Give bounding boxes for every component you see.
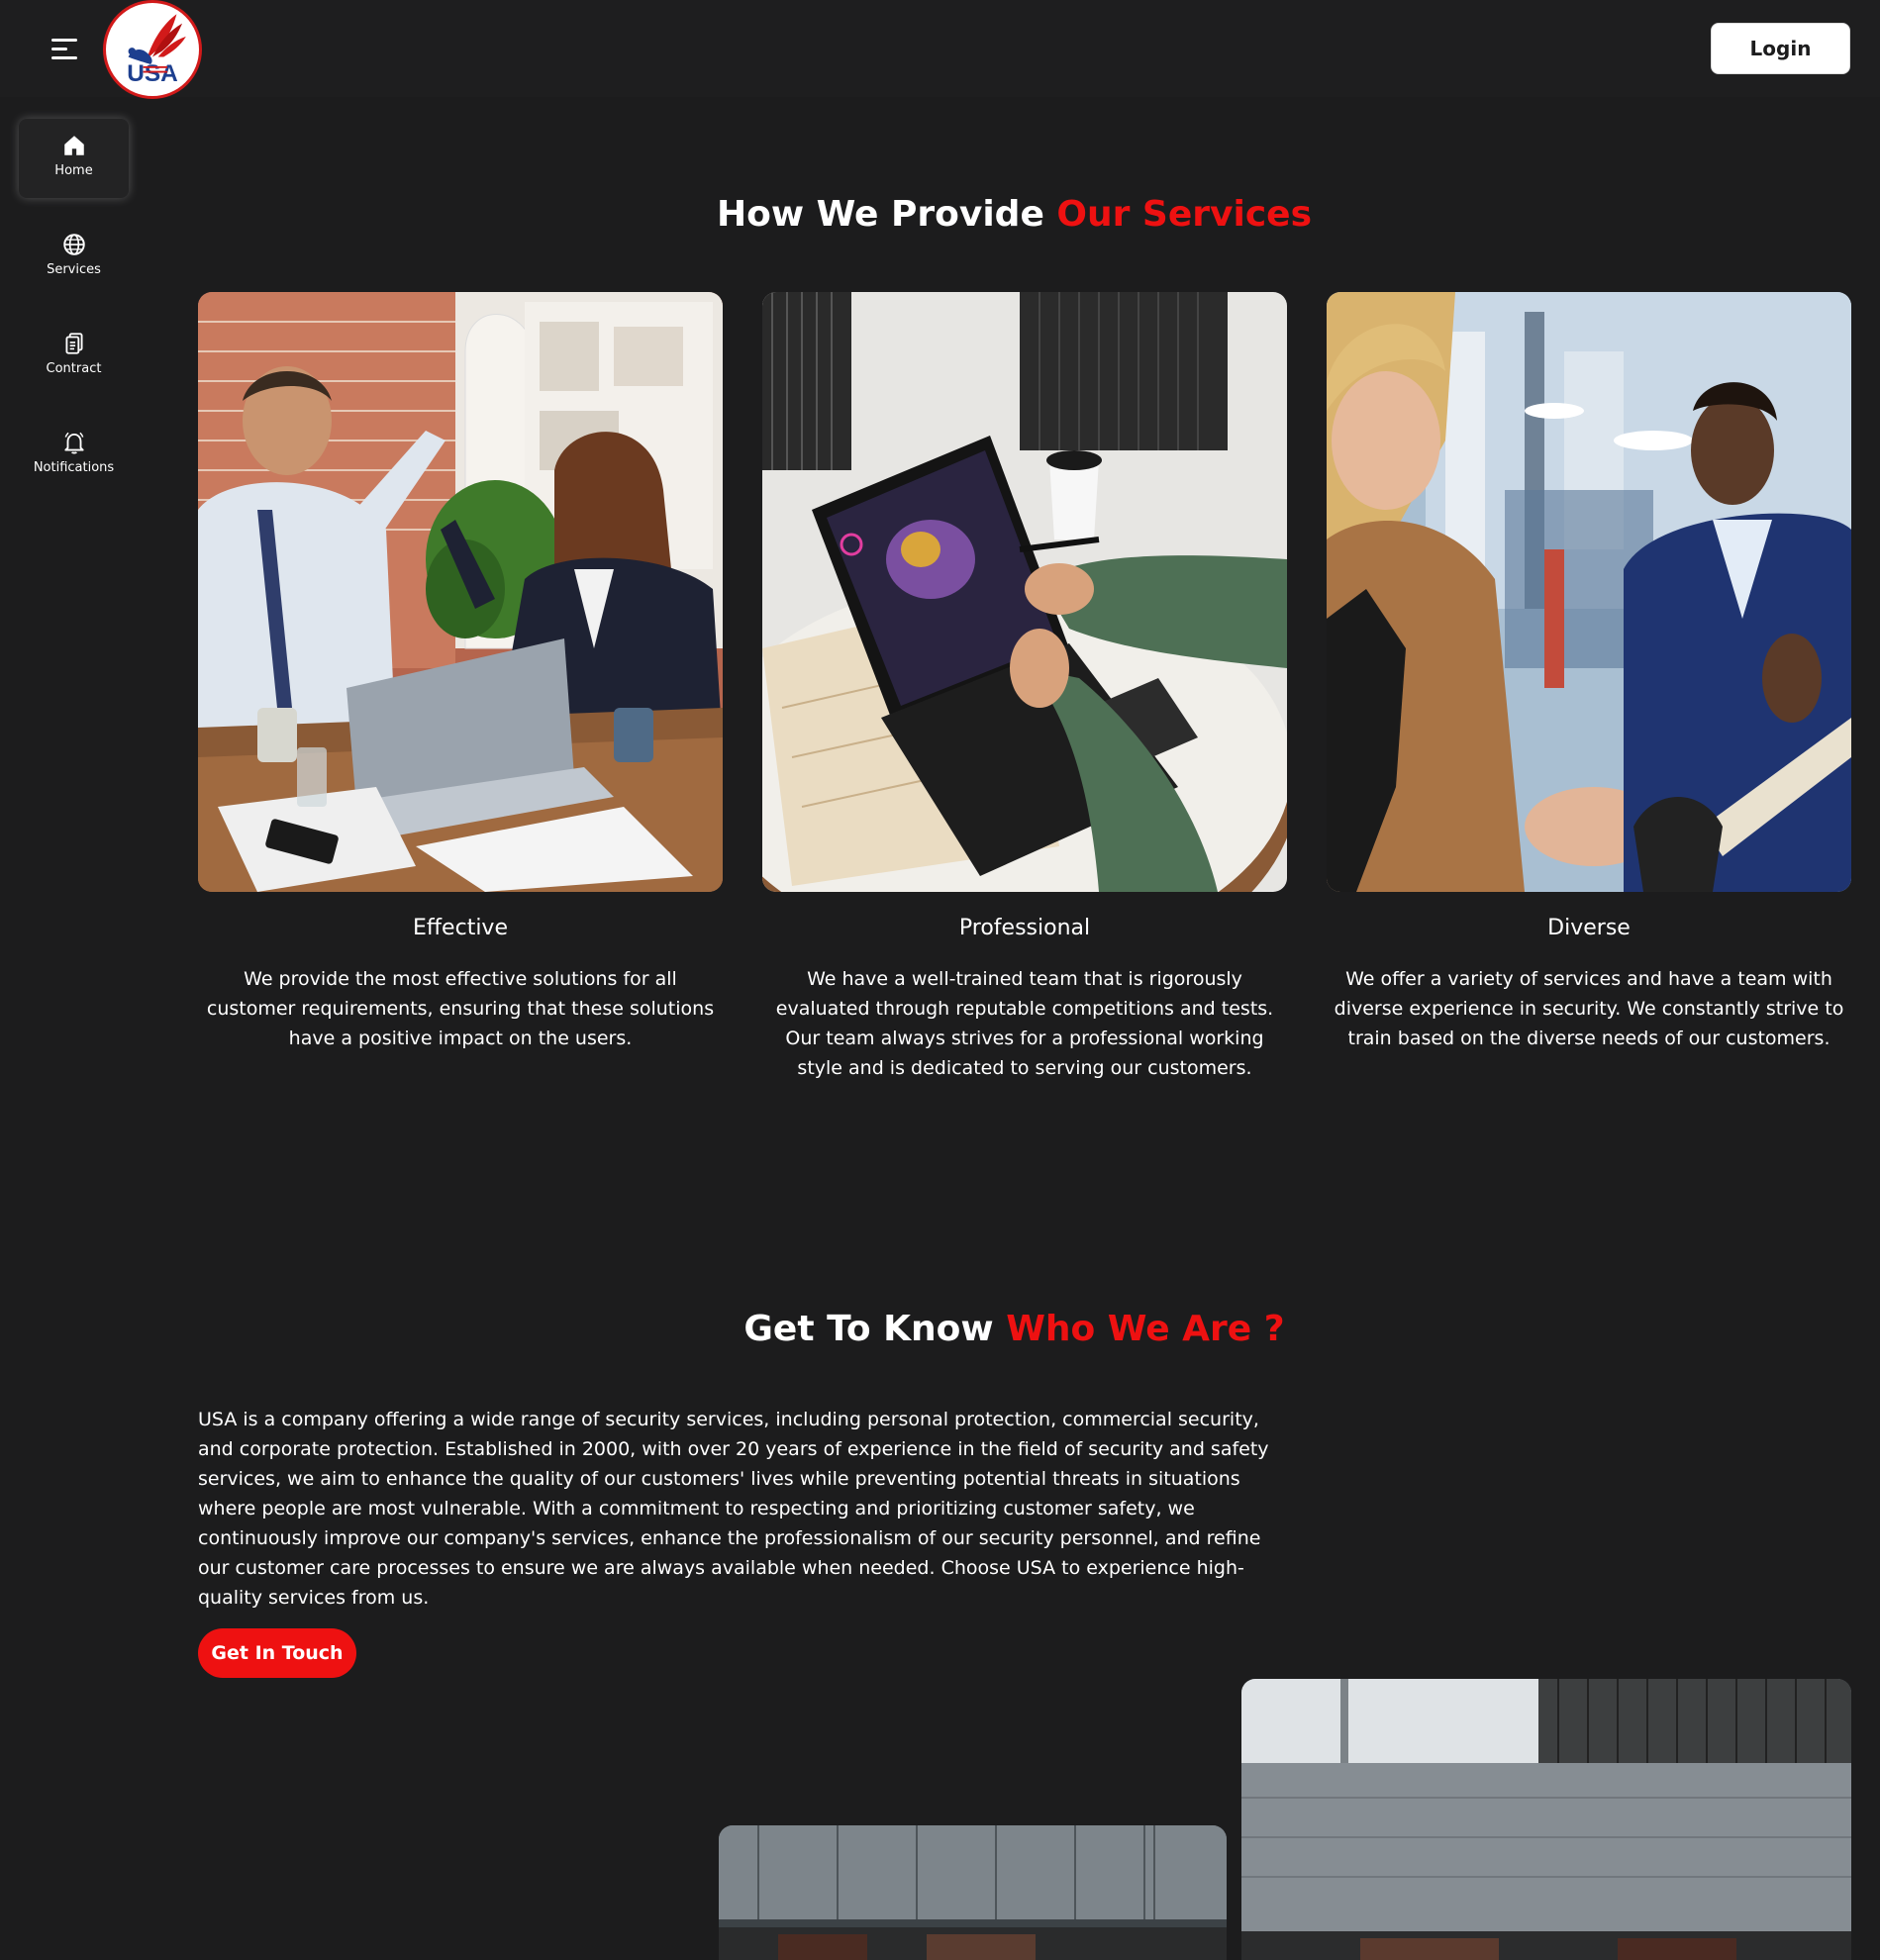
service-card-effective: Effective We provide the most effective …	[198, 292, 723, 1053]
card-description: We offer a variety of services and have …	[1334, 968, 1844, 1049]
document-icon	[64, 333, 83, 354]
title-white-part: How We Provide	[716, 194, 1044, 235]
bell-icon	[63, 432, 84, 454]
svg-text:USA: USA	[127, 60, 178, 87]
sidebar-item-notifications[interactable]: Notifications	[19, 416, 129, 495]
service-card-professional: Professional We have a well-trained team…	[762, 292, 1287, 1083]
card-description: We have a well-trained team that is rigo…	[775, 968, 1274, 1079]
sidebar-item-label: Notifications	[33, 460, 115, 475]
building-photo-small	[719, 1825, 1227, 1960]
company-logo[interactable]: USA	[103, 0, 202, 99]
about-section-title: Get To Know Who We Are ?	[148, 1309, 1880, 1349]
hamburger-menu-icon[interactable]	[51, 39, 77, 60]
sidebar-item-services[interactable]: Services	[19, 218, 129, 297]
card-title: Effective	[413, 916, 508, 940]
sidebar-item-home[interactable]: Home	[19, 119, 129, 198]
title-red-part: Our Services	[1056, 194, 1313, 235]
page: USA Login Home Services Contract Notific…	[0, 0, 1880, 1960]
title-red-part: Who We Are ?	[1006, 1309, 1285, 1349]
title-white-part: Get To Know	[743, 1309, 994, 1349]
sidebar-item-contract[interactable]: Contract	[19, 317, 129, 396]
card-description: We provide the most effective solutions …	[206, 968, 715, 1049]
service-card-diverse: Diverse We offer a variety of services a…	[1327, 292, 1851, 1053]
eagle-logo-icon: USA	[127, 14, 186, 87]
sidebar-item-label: Services	[47, 262, 101, 277]
globe-icon	[62, 234, 85, 255]
login-button[interactable]: Login	[1711, 23, 1850, 74]
meeting-high-five-photo	[198, 292, 723, 892]
card-title: Professional	[958, 916, 1091, 940]
sidebar-item-label: Contract	[46, 361, 102, 376]
card-title: Diverse	[1547, 916, 1631, 940]
top-header: USA Login	[0, 0, 1880, 99]
home-icon	[63, 136, 84, 155]
sidebar-item-label: Home	[54, 163, 93, 178]
get-in-touch-button[interactable]: Get In Touch	[198, 1628, 356, 1678]
building-photo-large	[1241, 1679, 1851, 1960]
tablet-stylus-photo	[762, 292, 1287, 892]
services-section-title: How We Provide Our Services	[148, 194, 1880, 235]
about-description: USA is a company offering a wide range o…	[198, 1409, 1269, 1609]
office-colleagues-photo	[1327, 292, 1851, 892]
